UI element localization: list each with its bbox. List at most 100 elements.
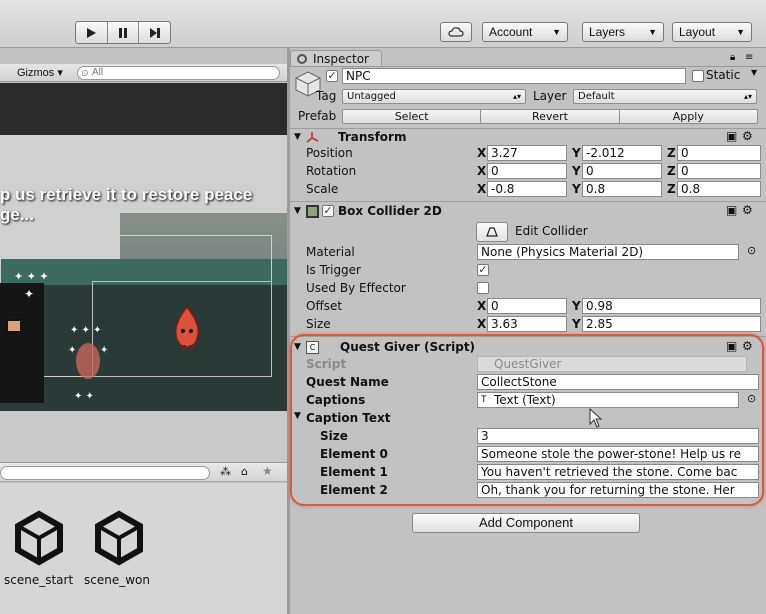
svg-text:✦: ✦ <box>68 345 76 356</box>
prefab-select-button[interactable]: Select <box>343 110 482 123</box>
position-x-field[interactable]: 3.27 <box>487 145 567 161</box>
gizmos-dropdown[interactable]: Gizmos ▾ <box>17 66 63 79</box>
lock-icon[interactable]: 🔒︎ <box>730 52 735 63</box>
prefab-label: Prefab <box>298 109 337 123</box>
caption-text-label: Caption Text <box>306 411 391 425</box>
foldout-arrow-icon[interactable]: ▼ <box>294 342 301 352</box>
gear-icon[interactable]: ⚙ <box>742 129 753 143</box>
filter-by-type-icon[interactable]: ⁂ <box>220 465 231 478</box>
static-label: Static <box>706 68 741 82</box>
updown-arrow-icon: ▴▾ <box>743 92 752 101</box>
filter-by-label-icon[interactable]: ⌂ <box>241 465 248 478</box>
gear-icon[interactable]: ⚙ <box>742 339 753 353</box>
material-label: Material <box>306 245 355 259</box>
size-x-field[interactable]: 3.63 <box>487 316 567 332</box>
element-0-field[interactable]: Someone stole the power-stone! Help us r… <box>477 446 759 462</box>
element-2-field[interactable]: Oh, thank you for returning the stone. H… <box>477 482 759 498</box>
help-book-icon[interactable]: ▣ <box>726 129 737 143</box>
offset-y-field[interactable]: 0.98 <box>582 298 761 314</box>
box-collider-icon <box>306 205 319 218</box>
quest-name-field[interactable]: CollectStone <box>477 374 759 390</box>
axis-y-label: Y <box>572 164 581 178</box>
foldout-arrow-icon[interactable]: ▼ <box>294 411 301 421</box>
axis-z-label: Z <box>667 146 676 160</box>
is-trigger-checkbox[interactable]: ✓ <box>477 264 489 276</box>
used-by-effector-label: Used By Effector <box>306 281 406 295</box>
object-name-field[interactable]: NPC <box>342 68 686 84</box>
script-label: Script <box>306 357 347 371</box>
foldout-arrow-icon[interactable]: ▼ <box>294 206 301 216</box>
layer-label: Layer <box>533 89 567 103</box>
scale-y-field[interactable]: 0.8 <box>582 181 662 197</box>
layers-dropdown[interactable]: Layers ▼ <box>582 22 664 42</box>
axis-x-label: X <box>477 146 487 160</box>
asset-label: scene_won <box>84 573 150 587</box>
unity-scene-icon <box>15 510 63 566</box>
element-1-field[interactable]: You haven't retrieved the stone. Come ba… <box>477 464 759 480</box>
size-y-field[interactable]: 2.85 <box>582 316 761 332</box>
script-field: QuestGiver <box>477 356 747 372</box>
tab-label: Inspector <box>313 52 369 66</box>
scene-view[interactable]: p us retrieve it to restore peace ge... … <box>0 83 287 411</box>
rotation-z-field[interactable]: 0 <box>677 163 761 179</box>
asset-label: scene_start <box>4 573 74 587</box>
captions-field[interactable]: T Text (Text) <box>477 392 739 408</box>
project-search-input[interactable] <box>0 466 210 480</box>
account-dropdown[interactable]: Account ▼ <box>482 22 568 42</box>
offset-x-field[interactable]: 0 <box>487 298 567 314</box>
prefab-revert-button[interactable]: Revert <box>481 110 620 123</box>
rotation-y-field[interactable]: 0 <box>582 163 662 179</box>
scene-search-input[interactable]: ⊙ All <box>77 66 280 80</box>
object-picker-icon[interactable]: ⊙ <box>747 392 756 405</box>
element-1-label: Element 1 <box>320 465 388 479</box>
cloud-icon <box>448 27 464 37</box>
svg-text:✦ ✦ ✦: ✦ ✦ ✦ <box>14 270 49 283</box>
text-component-icon: T <box>481 395 487 405</box>
svg-text:✦: ✦ <box>24 287 34 301</box>
rotation-label: Rotation <box>306 164 357 178</box>
material-field[interactable]: None (Physics Material 2D) <box>477 244 739 260</box>
layout-dropdown[interactable]: Layout ▼ <box>672 22 752 42</box>
help-book-icon[interactable]: ▣ <box>726 203 737 217</box>
object-picker-icon[interactable]: ⊙ <box>747 244 756 257</box>
panel-menu-icon[interactable]: ≡ <box>745 52 753 63</box>
active-checkbox[interactable]: ✓ <box>326 70 338 82</box>
edit-collider-button[interactable] <box>476 222 508 242</box>
edit-collider-label: Edit Collider <box>515 224 588 238</box>
add-component-button[interactable]: Add Component <box>412 513 640 533</box>
help-book-icon[interactable]: ▣ <box>726 339 737 353</box>
script-icon: C <box>306 341 319 354</box>
cloud-button[interactable] <box>440 22 472 42</box>
position-z-field[interactable]: 0 <box>677 145 761 161</box>
tab-inspector[interactable]: Inspector <box>290 50 382 67</box>
favorites-star-icon[interactable]: ★ <box>262 464 273 478</box>
layer-dropdown[interactable]: Default ▴▾ <box>573 89 757 104</box>
component-enabled-checkbox[interactable]: ✓ <box>322 205 334 217</box>
asset-scene-start[interactable]: scene_start <box>4 510 74 587</box>
used-by-effector-checkbox[interactable] <box>477 282 489 294</box>
info-icon <box>297 54 307 64</box>
foldout-arrow-icon[interactable]: ▼ <box>294 132 301 142</box>
scale-x-field[interactable]: -0.8 <box>487 181 567 197</box>
tag-dropdown[interactable]: Untagged ▴▾ <box>342 89 526 104</box>
scale-z-field[interactable]: 0.8 <box>677 181 761 197</box>
position-y-field[interactable]: -2.012 <box>582 145 662 161</box>
gear-icon[interactable]: ⚙ <box>742 203 753 217</box>
project-toolbar: ⁂ ⌂ ★ <box>0 462 287 482</box>
asset-scene-won[interactable]: scene_won <box>84 510 154 587</box>
prefab-apply-button[interactable]: Apply <box>619 110 757 123</box>
array-size-field[interactable]: 3 <box>477 428 759 444</box>
static-checkbox[interactable] <box>692 70 704 82</box>
box-collider-header[interactable]: ▼ ✓ Box Collider 2D ▣ ⚙ <box>290 203 766 221</box>
step-button[interactable] <box>139 22 170 43</box>
tab-divider <box>290 66 766 67</box>
static-dropdown-arrow[interactable]: ▼ <box>751 68 757 77</box>
selected-npc-sprite: ✦ ✦ ✦ ✦ ✦ ✦ ✦ <box>68 325 108 402</box>
axis-x-label: X <box>477 317 487 331</box>
rotation-x-field[interactable]: 0 <box>487 163 567 179</box>
pause-button[interactable] <box>108 22 140 43</box>
axis-y-label: Y <box>572 182 581 196</box>
search-icon: ⊙ <box>81 68 89 78</box>
quest-giver-header[interactable]: ▼ C Quest Giver (Script) ▣ ⚙ <box>290 339 766 357</box>
play-button[interactable] <box>76 22 108 43</box>
